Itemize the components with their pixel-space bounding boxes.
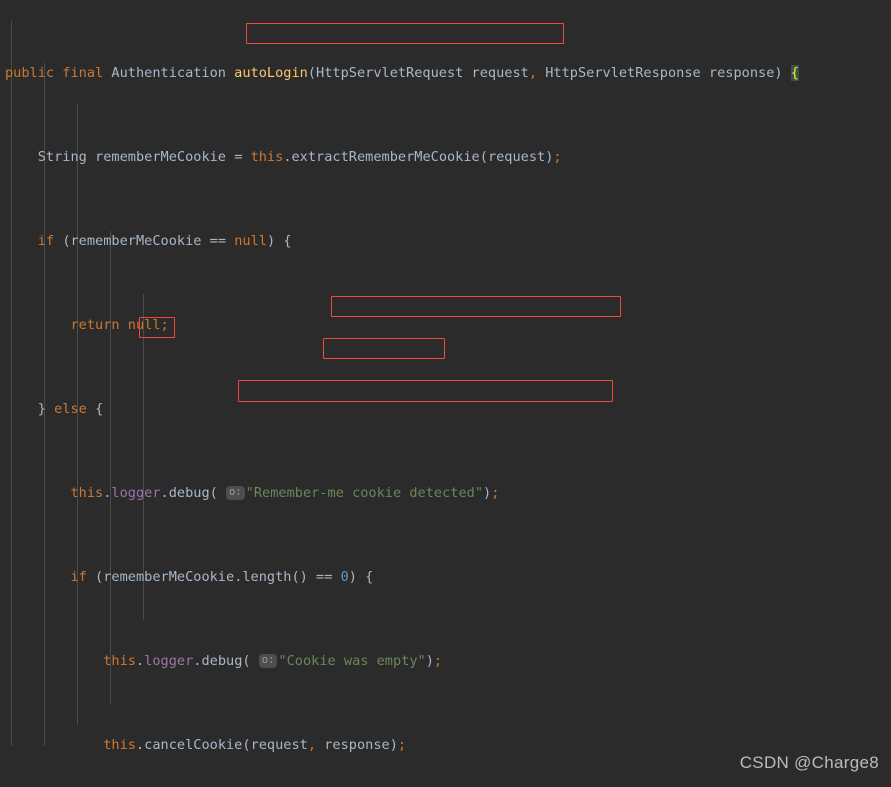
code-editor-screenshot: public final Authentication autoLogin(Ht… xyxy=(0,0,891,787)
code-line: if (rememberMeCookie == null) { xyxy=(37,233,292,249)
code-line: public final Authentication autoLogin(Ht… xyxy=(5,65,799,81)
brace-match-open: { xyxy=(790,65,799,81)
code-line: this.logger.debug( o: "Remember-me cookie… xyxy=(70,485,500,501)
inlay-hint-badge: o: xyxy=(258,654,278,668)
watermark-text: CSDN @Charge8 xyxy=(739,753,879,772)
code-line: if (rememberMeCookie.length() == 0) { xyxy=(70,569,374,585)
code-line: String rememberMeCookie = this.extractRe… xyxy=(37,149,562,165)
code-content[interactable]: public final Authentication autoLogin(Ht… xyxy=(0,0,891,787)
code-line: this.logger.debug( o: "Cookie was empty")… xyxy=(103,653,443,669)
inlay-hint-badge: o: xyxy=(226,486,245,500)
code-line: return null; xyxy=(70,317,169,333)
code-line: } else { xyxy=(37,401,104,417)
